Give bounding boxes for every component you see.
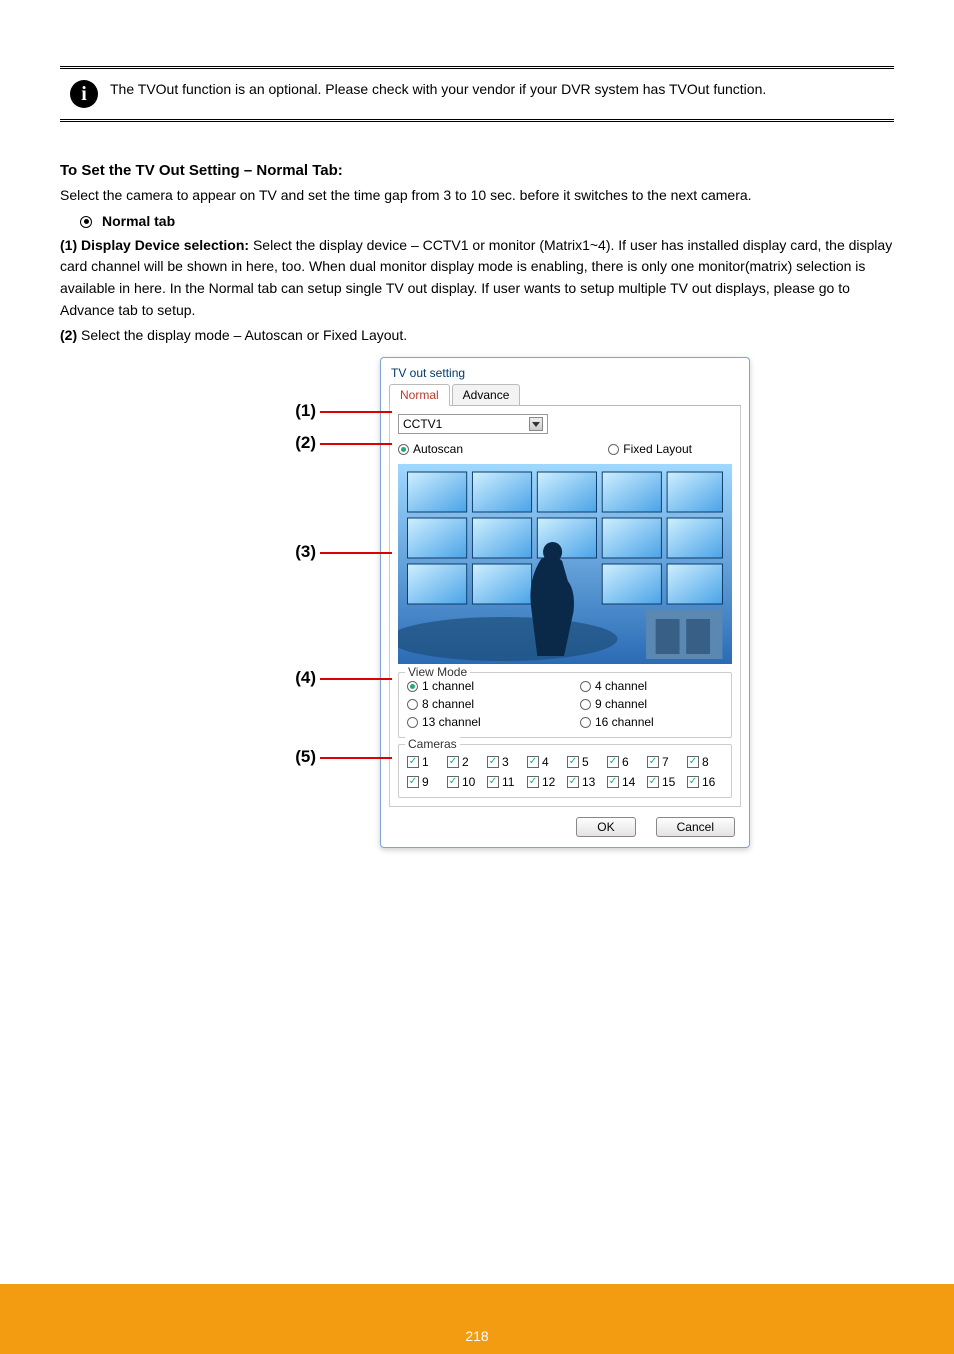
radio-icon: [398, 444, 409, 455]
radio-icon: [580, 717, 591, 728]
cam-14[interactable]: 14: [607, 775, 643, 789]
dialog-figure: (1) (2) (3) (4) (5) TV out setting Norma…: [320, 357, 760, 848]
checkbox-icon: [567, 776, 579, 788]
cam-4[interactable]: 4: [527, 755, 563, 769]
chevron-down-icon: [529, 417, 543, 431]
page-footer: 218: [0, 1284, 954, 1354]
vm-4-channel[interactable]: 4 channel: [580, 679, 723, 693]
intro-text: Select the camera to appear on TV and se…: [60, 185, 894, 207]
callout-5: (5): [295, 747, 316, 767]
cam-12[interactable]: 12: [527, 775, 563, 789]
item-2-text: Select the display mode – Autoscan or Fi…: [77, 327, 407, 343]
item-2: (2) Select the display mode – Autoscan o…: [60, 325, 894, 347]
dialog-title: TV out setting: [389, 364, 741, 384]
checkbox-icon: [447, 756, 459, 768]
vm-16-channel[interactable]: 16 channel: [580, 715, 723, 729]
vm-1-channel[interactable]: 1 channel: [407, 679, 550, 693]
checkbox-icon: [487, 776, 499, 788]
checkbox-icon: [647, 776, 659, 788]
tab-advance[interactable]: Advance: [452, 384, 521, 405]
view-mode-legend: View Mode: [405, 665, 470, 679]
callout-4: (4): [295, 668, 316, 688]
cam-10[interactable]: 10: [447, 775, 483, 789]
cam-6[interactable]: 6: [607, 755, 643, 769]
checkbox-icon: [447, 776, 459, 788]
bullet-normal-tab: Normal tab: [80, 213, 894, 229]
cameras-legend: Cameras: [405, 737, 460, 751]
ok-button[interactable]: OK: [576, 817, 635, 837]
checkbox-icon: [527, 776, 539, 788]
radio-autoscan-label: Autoscan: [413, 442, 463, 456]
tv-out-dialog: TV out setting Normal Advance CCTV1 Auto…: [380, 357, 750, 848]
callout-3: (3): [295, 542, 316, 562]
bullet-label: Normal tab: [102, 213, 175, 229]
vm-9-channel[interactable]: 9 channel: [580, 697, 723, 711]
item-2-label: (2): [60, 327, 77, 343]
radio-icon: [407, 717, 418, 728]
display-device-dropdown[interactable]: CCTV1: [398, 414, 548, 434]
cam-13[interactable]: 13: [567, 775, 603, 789]
checkbox-icon: [567, 756, 579, 768]
vm-8-channel[interactable]: 8 channel: [407, 697, 550, 711]
checkbox-icon: [607, 756, 619, 768]
cam-5[interactable]: 5: [567, 755, 603, 769]
checkbox-icon: [647, 756, 659, 768]
radio-icon: [407, 681, 418, 692]
info-icon: i: [70, 80, 98, 108]
item-1-label: (1) Display Device selection:: [60, 237, 249, 253]
info-note-text: The TVOut function is an optional. Pleas…: [110, 80, 766, 100]
checkbox-icon: [527, 756, 539, 768]
cameras-group: Cameras 1 2 3 4 5 6 7 8 9 10 11 12: [398, 744, 732, 798]
checkbox-icon: [687, 776, 699, 788]
cam-7[interactable]: 7: [647, 755, 683, 769]
preview-image: [398, 464, 732, 664]
cam-8[interactable]: 8: [687, 755, 723, 769]
cam-11[interactable]: 11: [487, 775, 523, 789]
cam-15[interactable]: 15: [647, 775, 683, 789]
callout-1: (1): [295, 401, 316, 421]
radio-icon: [608, 444, 619, 455]
item-1: (1) Display Device selection: Select the…: [60, 235, 894, 322]
checkbox-icon: [607, 776, 619, 788]
cam-3[interactable]: 3: [487, 755, 523, 769]
cam-9[interactable]: 9: [407, 775, 443, 789]
cam-2[interactable]: 2: [447, 755, 483, 769]
radio-fixed-layout[interactable]: Fixed Layout: [608, 442, 692, 456]
checkbox-icon: [407, 756, 419, 768]
cam-1[interactable]: 1: [407, 755, 443, 769]
cam-16[interactable]: 16: [687, 775, 723, 789]
bullet-icon: [80, 216, 92, 228]
vm-13-channel[interactable]: 13 channel: [407, 715, 550, 729]
cancel-button[interactable]: Cancel: [656, 817, 735, 837]
tab-normal[interactable]: Normal: [389, 384, 450, 406]
callout-2: (2): [295, 433, 316, 453]
checkbox-icon: [487, 756, 499, 768]
radio-fixed-label: Fixed Layout: [623, 442, 692, 456]
view-mode-group: View Mode 1 channel 4 channel 8 channel …: [398, 672, 732, 738]
radio-autoscan[interactable]: Autoscan: [398, 442, 463, 456]
radio-icon: [580, 681, 591, 692]
radio-icon: [580, 699, 591, 710]
info-note: i The TVOut function is an optional. Ple…: [60, 75, 894, 113]
section-title: To Set the TV Out Setting – Normal Tab:: [60, 162, 894, 179]
radio-icon: [407, 699, 418, 710]
checkbox-icon: [407, 776, 419, 788]
page-number: 218: [465, 1328, 488, 1344]
dropdown-value: CCTV1: [403, 417, 442, 431]
dialog-tabs: Normal Advance: [389, 384, 741, 406]
checkbox-icon: [687, 756, 699, 768]
